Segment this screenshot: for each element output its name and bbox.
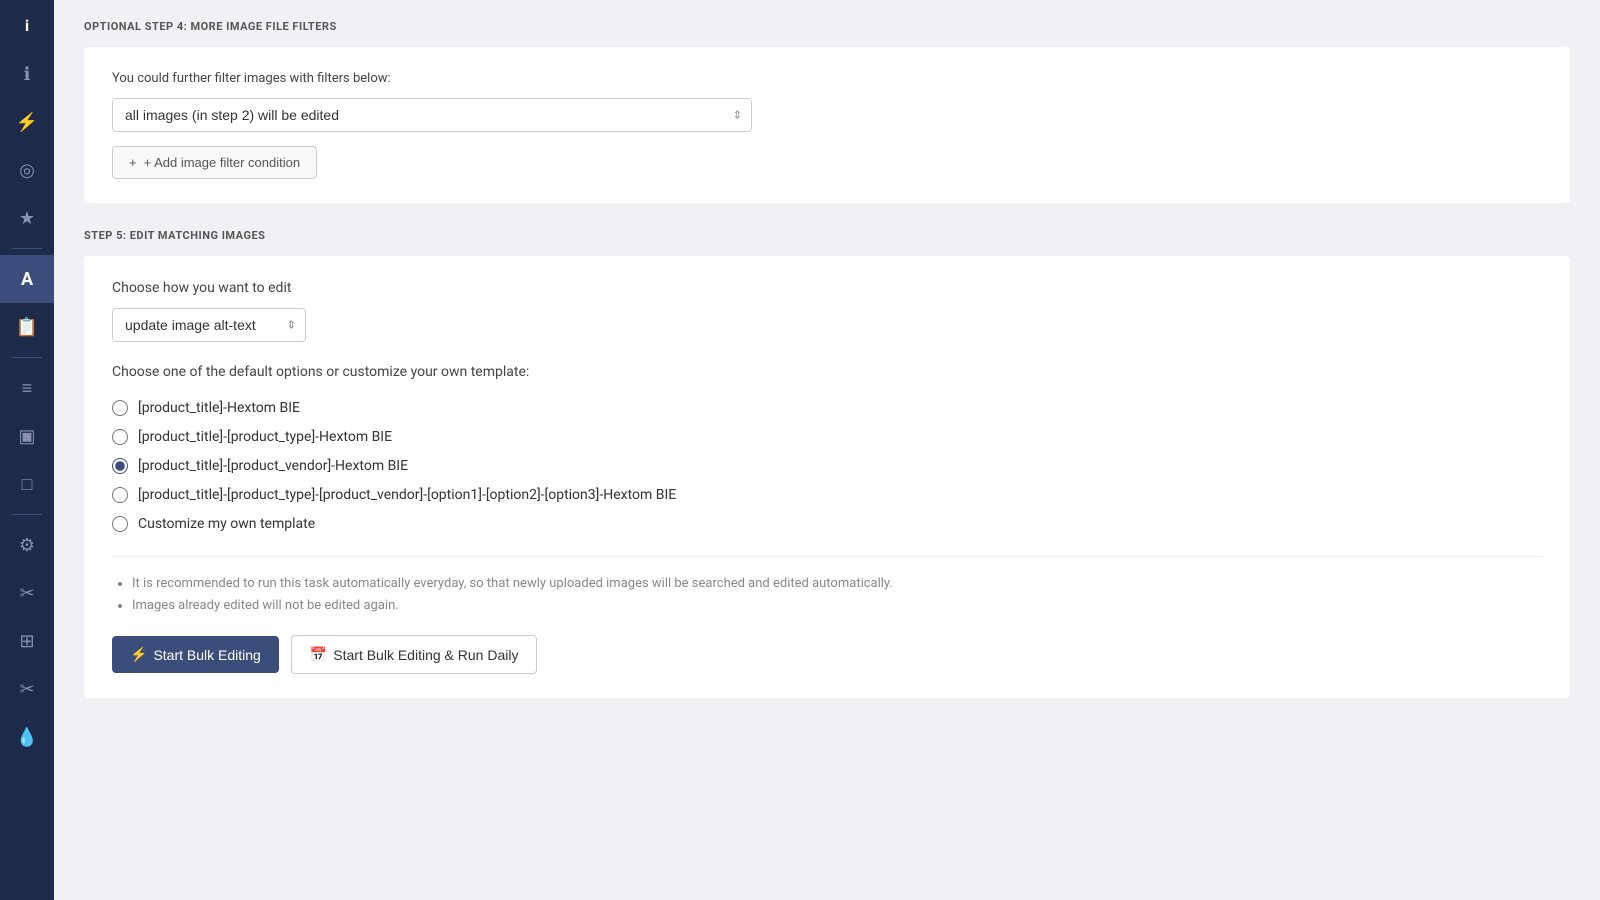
radio-option-3[interactable]: [product_title]-[product_vendor]-Hextom … [112,458,1542,474]
sidebar-item-tools3[interactable]: ⊞ [0,617,54,665]
sidebar-divider-3 [12,514,42,515]
radio-input-5[interactable] [112,516,128,532]
card-divider [112,556,1542,557]
bolt-btn-icon: ⚡ [130,646,147,663]
scissors-icon: ✂ [19,583,34,604]
radio-option-2[interactable]: [product_title]-[product_type]-Hextom BI… [112,429,1542,445]
star-icon: ★ [19,208,35,229]
sidebar-item-tools2[interactable]: ✂ [0,569,54,617]
start-bulk-editing-run-daily-button[interactable]: 📅 Start Bulk Editing & Run Daily [291,635,538,674]
start-bulk-editing-label: Start Bulk Editing [153,647,260,663]
sidebar-item-square[interactable]: □ [0,460,54,508]
sidebar-item-drop[interactable]: 💧 [0,713,54,761]
step5-card: Choose how you want to edit update image… [84,256,1570,698]
image-filter-select-wrapper: all images (in step 2) will be edited im… [112,98,752,132]
bullet-item-1: It is recommended to run this task autom… [132,573,1542,595]
radio-label-4: [product_title]-[product_type]-[product_… [138,487,676,503]
sidebar-item-tools1[interactable]: ⚙ [0,521,54,569]
step4-card: You could further filter images with fil… [84,47,1570,203]
radio-label-1: [product_title]-Hextom BIE [138,400,300,416]
radio-input-1[interactable] [112,400,128,416]
calendar-icon: 📅 [310,646,327,663]
crop-icon: ⚙ [19,535,35,556]
sidebar-item-list[interactable]: ≡ [0,364,54,412]
step5-title: STEP 5: EDIT MATCHING IMAGES [84,229,1570,242]
bolt-icon: ⚡ [16,112,38,133]
bullet-list: It is recommended to run this task autom… [112,573,1542,617]
radio-label-3: [product_title]-[product_vendor]-Hextom … [138,458,408,474]
box-icon: ▣ [18,426,35,447]
radio-option-4[interactable]: [product_title]-[product_type]-[product_… [112,487,1542,503]
sidebar-item-clock[interactable]: ◎ [0,146,54,194]
edit-type-select[interactable]: update image alt-text update image filen… [112,308,306,342]
step4-section: OPTIONAL STEP 4: MORE IMAGE FILE FILTERS… [54,0,1600,213]
sidebar-item-box[interactable]: ▣ [0,412,54,460]
radio-group: [product_title]-Hextom BIE [product_titl… [112,400,1542,532]
step5-section: STEP 5: EDIT MATCHING IMAGES Choose how … [54,213,1600,708]
sidebar-item-info[interactable]: ℹ [0,50,54,98]
image-filter-select[interactable]: all images (in step 2) will be edited im… [112,98,752,132]
doc-icon: 📋 [16,317,38,338]
add-filter-button[interactable]: + + Add image filter condition [112,146,317,179]
sidebar-divider-2 [12,357,42,358]
drop-icon: 💧 [16,727,38,748]
action-buttons: ⚡ Start Bulk Editing 📅 Start Bulk Editin… [112,635,1542,674]
step4-title: OPTIONAL STEP 4: MORE IMAGE FILE FILTERS [84,20,1570,33]
sidebar-item-doc[interactable]: 📋 [0,303,54,351]
clock-icon: ◎ [19,160,35,181]
sidebar-item-tools4[interactable]: ✂ [0,665,54,713]
radio-option-1[interactable]: [product_title]-Hextom BIE [112,400,1542,416]
radio-input-4[interactable] [112,487,128,503]
bullet-item-2: Images already edited will not be edited… [132,595,1542,617]
radio-label-2: [product_title]-[product_type]-Hextom BI… [138,429,392,445]
plus-icon: + [129,155,137,170]
sidebar-item-text[interactable]: A [0,255,54,303]
square-icon: □ [22,474,33,495]
start-bulk-editing-button[interactable]: ⚡ Start Bulk Editing [112,636,279,673]
radio-input-2[interactable] [112,429,128,445]
radio-option-5[interactable]: Customize my own template [112,516,1542,532]
sidebar-logo: i [0,0,54,50]
edit-type-select-wrapper: update image alt-text update image filen… [112,308,306,342]
info-icon: ℹ [24,64,31,85]
grid-icon: ⊞ [19,631,34,652]
choose-how-label: Choose how you want to edit [112,280,1542,296]
sidebar-divider-1 [12,248,42,249]
list-icon: ≡ [22,378,33,399]
radio-input-3[interactable] [112,458,128,474]
main-content: OPTIONAL STEP 4: MORE IMAGE FILE FILTERS… [54,0,1600,900]
step4-description: You could further filter images with fil… [112,71,1542,86]
run-daily-label: Start Bulk Editing & Run Daily [333,647,518,663]
sidebar: i ℹ ⚡ ◎ ★ A 📋 ≡ ▣ □ ⚙ ✂ ⊞ ✂ 💧 [0,0,54,900]
sidebar-item-star[interactable]: ★ [0,194,54,242]
template-label: Choose one of the default options or cus… [112,364,1542,380]
cut-icon: ✂ [19,679,34,700]
sidebar-item-bolt[interactable]: ⚡ [0,98,54,146]
radio-label-5: Customize my own template [138,516,315,532]
text-a-icon: A [21,269,33,290]
